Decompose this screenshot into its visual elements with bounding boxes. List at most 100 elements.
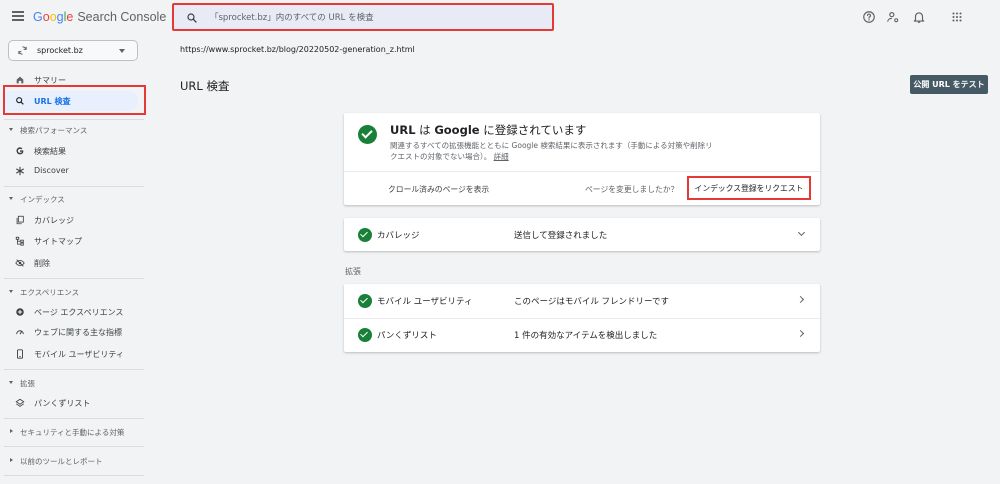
status-title-text: は — [415, 123, 435, 137]
sitemap-icon — [15, 236, 24, 246]
product-name: Search Console — [77, 10, 167, 24]
status-title: URL は Google に登録されています — [390, 122, 586, 138]
property-selector[interactable]: sprocket.bz — [8, 40, 138, 61]
section-title: エクスペリエンス — [20, 288, 80, 297]
sidebar-item-page-experience[interactable]: ページ エクスペリエンス — [0, 302, 150, 322]
logo-letter: o — [49, 10, 57, 24]
logo-letter: g — [56, 10, 64, 24]
sidebar-item-discover[interactable]: Discover — [0, 161, 150, 181]
copy-pages-icon — [16, 215, 24, 225]
check-circle-icon — [358, 328, 372, 342]
notifications-icon[interactable] — [912, 10, 926, 24]
sidebar-item-label: カバレッジ — [34, 216, 74, 225]
speed-icon — [16, 330, 24, 335]
add-circle-icon — [16, 308, 24, 316]
asterisk-icon — [16, 166, 24, 176]
sidebar-item-sitemaps[interactable]: サイトマップ — [0, 231, 150, 251]
divider — [4, 475, 144, 476]
index-status-card: URL は Google に登録されています 関連するすべての拡張機能とともに … — [344, 113, 820, 205]
status-title-brand: Google — [434, 123, 480, 137]
section-experience[interactable]: エクスペリエンス — [0, 284, 150, 302]
status-title-text: に登録されています — [479, 123, 587, 137]
search-input[interactable] — [210, 9, 540, 26]
app-logo[interactable]: Google Search Console — [33, 10, 166, 24]
check-circle-icon — [358, 228, 372, 242]
divider — [4, 278, 144, 279]
logo-letter: G — [33, 10, 43, 24]
status-title-url: URL — [390, 123, 416, 137]
section-index[interactable]: インデックス — [0, 191, 150, 209]
breadcrumbs-row[interactable]: パンくずリスト 1 件の有効なアイテムを検出しました — [344, 318, 820, 352]
search-icon — [187, 13, 197, 23]
sidebar-item-breadcrumbs[interactable]: パンくずリスト — [0, 393, 150, 413]
row-label: カバレッジ — [377, 231, 420, 241]
request-indexing-button[interactable]: インデックス登録をリクエスト — [687, 176, 811, 200]
page-changed-question: ページを変更しましたか？ — [585, 185, 679, 194]
check-circle-icon — [358, 294, 372, 308]
row-label: モバイル ユーザビリティ — [377, 297, 473, 307]
sidebar-item-label: 削除 — [34, 259, 50, 268]
test-live-url-button[interactable]: 公開 URL をテスト — [910, 75, 988, 94]
sidebar-item-label: サイトマップ — [34, 237, 82, 246]
section-legacy[interactable]: 以前のツールとレポート — [0, 453, 150, 471]
divider — [4, 446, 144, 447]
row-value: 1 件の有効なアイテムを検出しました — [514, 331, 658, 341]
url-inspection-search[interactable] — [172, 3, 554, 31]
manage-accounts-icon[interactable] — [886, 10, 900, 24]
chevron-down-icon — [9, 128, 13, 131]
domain-property-icon — [18, 46, 27, 55]
section-title: インデックス — [20, 195, 65, 204]
section-title: 拡張 — [20, 379, 35, 388]
chevron-down-icon — [9, 290, 13, 293]
menu-icon[interactable] — [12, 11, 24, 21]
sidebar-item-label: パンくずリスト — [34, 399, 91, 408]
smartphone-icon — [17, 349, 23, 359]
section-title: 検索パフォーマンス — [20, 126, 88, 135]
divider — [4, 119, 144, 120]
sidebar-item-search-results[interactable]: 検索結果 — [0, 141, 150, 161]
section-title: 以前のツールとレポート — [20, 457, 103, 466]
row-value: 送信して登録されました — [514, 231, 608, 241]
divider — [4, 369, 144, 370]
details-link[interactable]: 詳細 — [494, 152, 509, 161]
chevron-down-icon — [9, 197, 13, 200]
top-app-bar: Google Search Console — [0, 0, 1000, 36]
sidebar-item-label: ページ エクスペリエンス — [34, 308, 124, 317]
google-g-icon — [16, 147, 24, 155]
logo-letter: e — [66, 10, 74, 24]
chevron-right-icon — [796, 295, 805, 304]
check-circle-icon — [358, 125, 377, 144]
section-enhancements[interactable]: 拡張 — [0, 375, 150, 393]
property-label: sprocket.bz — [37, 46, 83, 55]
sidebar-item-coverage[interactable]: カバレッジ — [0, 210, 150, 230]
apps-grid-icon[interactable] — [950, 10, 964, 24]
chevron-right-icon — [10, 429, 13, 433]
divider — [4, 418, 144, 419]
view-crawled-page-link[interactable]: クロール済みのページを表示 — [388, 184, 489, 195]
page-title: URL 検査 — [180, 79, 230, 93]
divider — [4, 186, 144, 187]
section-security[interactable]: セキュリティと手動による対策 — [0, 424, 150, 442]
sidebar-item-mobile-usability[interactable]: モバイル ユーザビリティ — [0, 344, 150, 364]
divider — [344, 171, 820, 172]
home-icon — [16, 76, 24, 84]
sidebar-item-label: Discover — [34, 166, 69, 175]
inspected-url: https://www.sprocket.bz/blog/20220502-ge… — [180, 45, 415, 54]
sidebar-item-removals[interactable]: 削除 — [0, 253, 150, 273]
coverage-row[interactable]: カバレッジ 送信して登録されました — [344, 218, 820, 251]
status-description: 関連するすべての拡張機能とともに Google 検索結果に表示されます（手動によ… — [390, 140, 720, 162]
highlight-box — [3, 85, 146, 115]
row-value: このページはモバイル フレンドリーです — [514, 297, 670, 307]
sidebar-item-label: ウェブに関する主な指標 — [34, 328, 122, 337]
sidebar-item-core-web-vitals[interactable]: ウェブに関する主な指標 — [0, 322, 150, 342]
section-performance[interactable]: 検索パフォーマンス — [0, 122, 150, 140]
mobile-usability-row[interactable]: モバイル ユーザビリティ このページはモバイル フレンドリーです — [344, 284, 820, 318]
help-icon[interactable] — [862, 10, 876, 24]
chevron-down-icon — [119, 49, 125, 53]
sidebar-item-label: 検索結果 — [34, 147, 66, 156]
sidebar-item-label: モバイル ユーザビリティ — [34, 350, 124, 359]
section-title: セキュリティと手動による対策 — [20, 428, 125, 437]
enhancements-card: モバイル ユーザビリティ このページはモバイル フレンドリーです パンくずリスト… — [344, 284, 820, 352]
chevron-down-icon — [797, 228, 806, 237]
chevron-down-icon — [9, 381, 13, 384]
